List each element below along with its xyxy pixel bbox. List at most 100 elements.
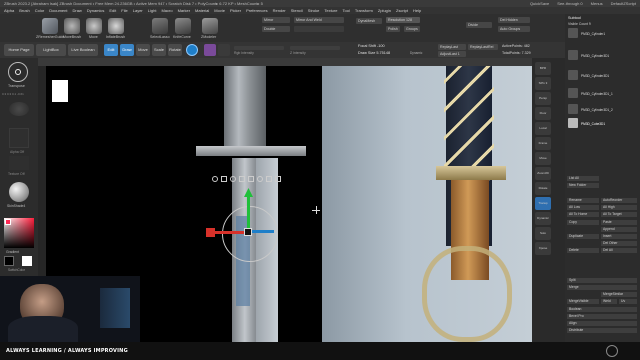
mrgb-button[interactable] (204, 44, 216, 56)
menu-zscript[interactable]: Zscript (396, 7, 408, 14)
auto-reorder-button[interactable]: AutoReorder (601, 198, 637, 203)
all-to-target-button[interactable]: All To Target (601, 212, 637, 217)
home-page-button[interactable]: Home Page (4, 44, 34, 56)
new-folder-button[interactable]: New Folder (567, 183, 599, 188)
rotate-button[interactable]: Rotate (168, 44, 182, 56)
menu-brush[interactable]: Brush (19, 7, 29, 14)
gizmo-deform-icon[interactable] (275, 176, 281, 182)
divide-button[interactable]: Divide (466, 22, 492, 28)
rename-button[interactable]: Rename (567, 198, 599, 203)
transpose-circle-icon[interactable] (186, 44, 198, 56)
menu-movie[interactable]: Movie (214, 7, 225, 14)
texture-off-icon[interactable] (9, 156, 29, 170)
menu-dynamics[interactable]: Dynamics (87, 7, 105, 14)
knifecurve-icon[interactable] (175, 18, 191, 34)
del-other-button[interactable]: Del Other (601, 241, 637, 246)
menu-marker[interactable]: Marker (178, 7, 190, 14)
menu-layer[interactable]: Layer (133, 7, 143, 14)
zoom3d-button[interactable]: Zoom3D (535, 167, 551, 180)
menu-document[interactable]: Document (49, 7, 67, 14)
frame-button[interactable]: Frame (535, 137, 551, 150)
subtool-item[interactable]: PM3D_Cylinder3D1_2 (581, 108, 613, 112)
dynamesh-button[interactable]: DynaMesh (356, 18, 382, 24)
insert-button[interactable]: Insert (601, 234, 637, 239)
replay-last-button[interactable]: ReplayLast (438, 44, 466, 50)
subtool-thumb-2[interactable] (568, 50, 578, 60)
double-button[interactable]: Double (262, 26, 290, 32)
mirror-and-weld-button[interactable]: Mirror And Weld (294, 17, 344, 23)
resolution-slider[interactable]: Resolution 128 (386, 17, 420, 23)
subtool-thumb-1[interactable] (568, 28, 578, 38)
align-button[interactable]: Align (567, 321, 637, 326)
subtool-item[interactable]: PM3D_Cylinder1 (581, 32, 605, 36)
uv-button[interactable]: Uv (619, 299, 637, 304)
menu-preferences[interactable]: Preferences (246, 7, 268, 14)
alpha-off-icon[interactable] (9, 128, 29, 148)
gizmo-transpose-icon[interactable] (248, 176, 254, 182)
menu-zplugin[interactable]: Zplugin (378, 7, 391, 14)
menu-render[interactable]: Render (273, 7, 286, 14)
see-through-slider[interactable]: See-through 0 (557, 0, 582, 7)
focal-shift-slider[interactable]: Focal Shift -100 (358, 44, 385, 48)
subtool-item[interactable]: PM3D_Cylinder3D1 (581, 74, 609, 78)
gizmo-home-icon[interactable] (239, 176, 245, 182)
menu-material[interactable]: Material (195, 7, 209, 14)
menu-color[interactable]: Color (35, 7, 45, 14)
subtool-item-selected[interactable]: PM3D_Cube3D1 (581, 122, 605, 126)
gizmo-gear-icon[interactable] (212, 176, 218, 182)
dynamic-view-button[interactable]: Dynamic (535, 212, 551, 225)
menu-transform[interactable]: Transform (355, 7, 373, 14)
gizmo-pivot-icon[interactable] (257, 176, 263, 182)
local-button[interactable]: Local (535, 122, 551, 135)
subtool-thumb-5[interactable] (568, 104, 578, 114)
inflatebrush-icon[interactable] (108, 18, 124, 34)
mirror-dropdown[interactable] (294, 26, 344, 32)
scale-button[interactable]: Scale (152, 44, 166, 56)
menu-tool[interactable]: Tool (342, 7, 349, 14)
rgb-button[interactable] (218, 44, 230, 56)
persp-button[interactable]: Persp (535, 92, 551, 105)
menus-toggle[interactable]: Menus (591, 0, 603, 7)
all-low-button[interactable]: All Low (567, 205, 599, 210)
paste-button[interactable]: Paste (601, 220, 637, 225)
bevel-pro-button[interactable]: Bevel Pro (567, 314, 637, 319)
subtool-thumb-4[interactable] (568, 88, 578, 98)
spix-button[interactable]: SPix 3 (535, 77, 551, 90)
menu-help[interactable]: Help (413, 7, 421, 14)
main-color-swatch[interactable] (5, 219, 11, 225)
merge-button[interactable]: Merge (567, 285, 637, 290)
rgb-intensity-slider[interactable] (234, 46, 284, 50)
default-zscript-button[interactable]: DefaultZScript (611, 0, 636, 7)
subtool-item[interactable]: PM3D_Cylinder3D1 (581, 54, 609, 58)
draw-size-slider[interactable]: Draw Size 5.75148 (358, 51, 390, 55)
solo-button[interactable]: Solo (535, 227, 551, 240)
distribute-button[interactable]: Distribute (567, 328, 637, 333)
transp-button[interactable]: Transp (535, 197, 551, 210)
move-icon[interactable] (86, 18, 102, 34)
menu-macro[interactable]: Macro (161, 7, 172, 14)
replay-last-rel-button[interactable]: ReplayLastRel (468, 44, 498, 50)
merge-similar-button[interactable]: MergeSimilar (601, 292, 637, 297)
secondary-color-swatch[interactable] (4, 256, 14, 266)
auto-groups-button[interactable]: Auto Groups (498, 26, 530, 32)
selectlasso-icon[interactable] (152, 18, 168, 34)
movebrush-icon[interactable] (64, 18, 80, 34)
move-button[interactable]: Move (136, 44, 150, 56)
subtool-header[interactable]: Subtool (568, 16, 581, 20)
weld-button[interactable]: Weld (601, 299, 617, 304)
gizmo-center-icon[interactable] (244, 228, 252, 236)
edit-button[interactable]: Edit (104, 44, 118, 56)
all-to-home-button[interactable]: All To Home (567, 212, 599, 217)
menu-picker[interactable]: Picker (230, 7, 241, 14)
stroke-icon[interactable] (9, 102, 29, 116)
subtool-thumb-3[interactable] (568, 70, 578, 80)
navigation-cube-icon[interactable] (52, 80, 68, 102)
adjust-last-slider[interactable]: AdjustLast 1 (438, 51, 466, 57)
groups-button[interactable]: Groups (404, 26, 420, 32)
transpose-brush-icon[interactable] (8, 62, 28, 82)
material-sphere-icon[interactable] (9, 182, 29, 202)
menu-draw[interactable]: Draw (72, 7, 81, 14)
menu-stencil[interactable]: Stencil (291, 7, 303, 14)
gizmo-lock-icon[interactable] (221, 176, 227, 182)
xpose-button[interactable]: Xpose (535, 242, 551, 255)
